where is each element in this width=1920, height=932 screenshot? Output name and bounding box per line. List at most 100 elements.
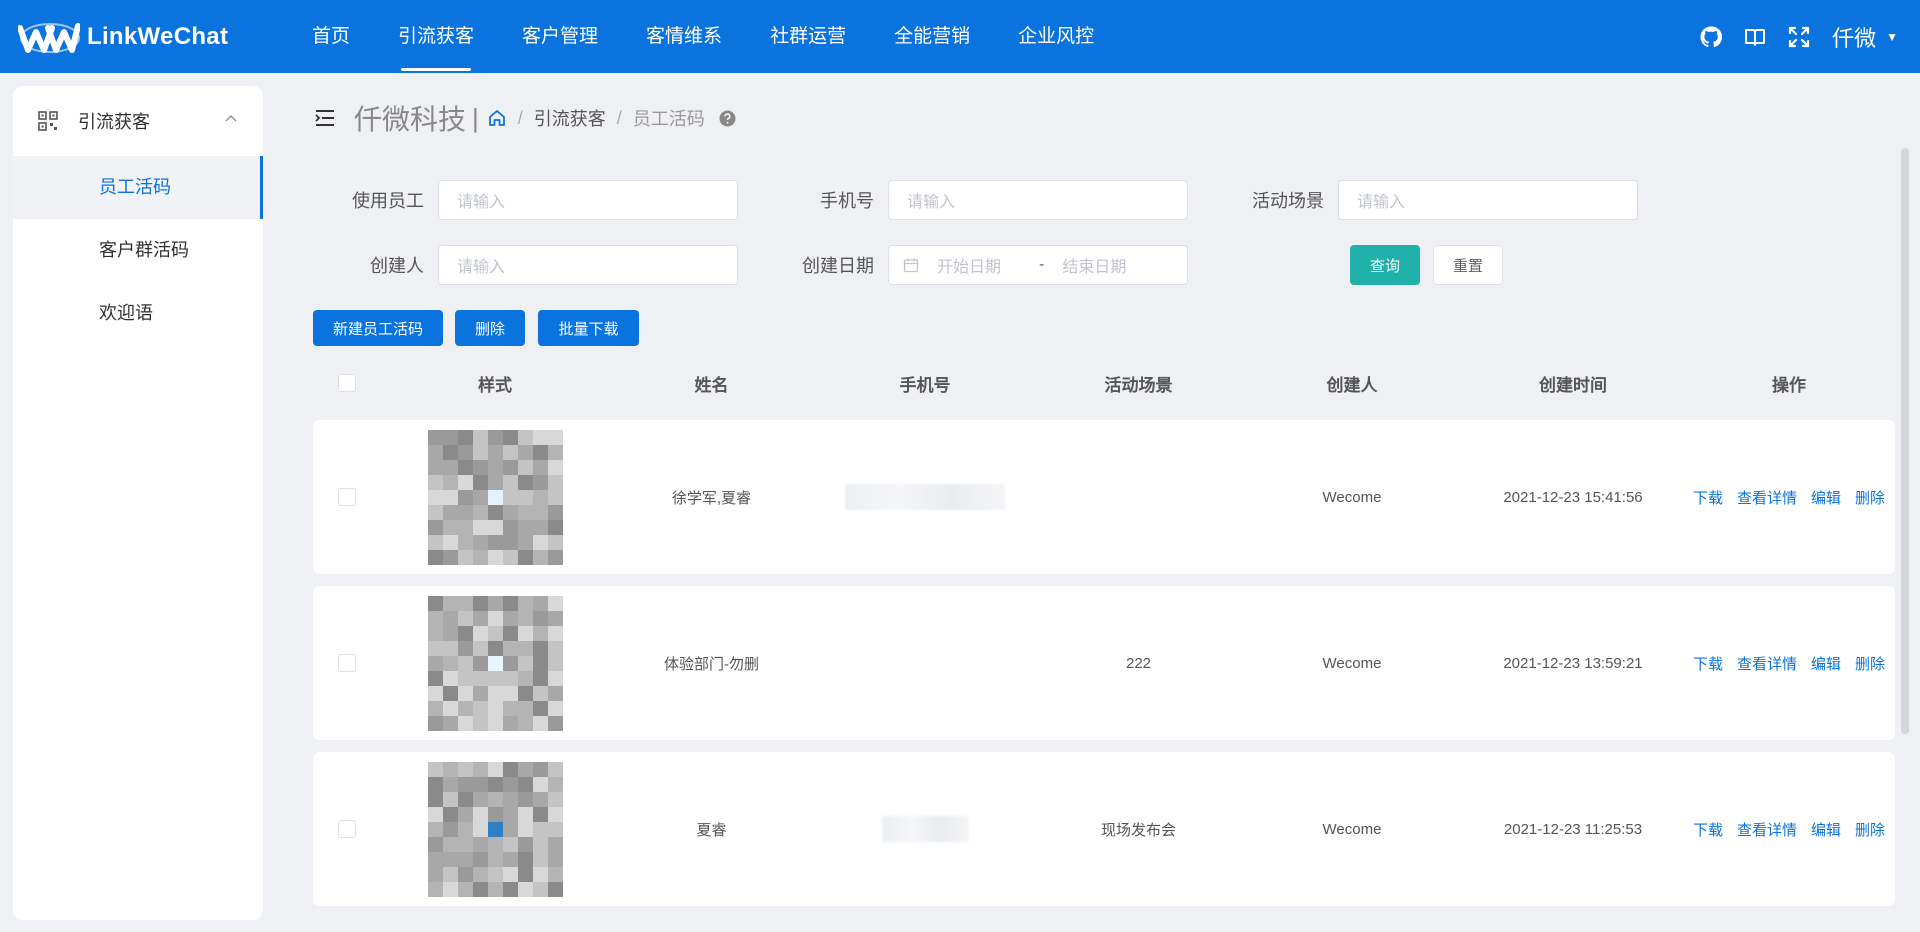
filter-label: 手机号 (820, 191, 874, 211)
menu-fold-icon[interactable] (314, 107, 336, 129)
filter-label: 创建日期 (802, 256, 874, 276)
cell-name: 体验部门-勿删 (664, 655, 759, 673)
filter-label: 活动场景 (1252, 191, 1324, 211)
sidebar: 引流获客 员工活码 客户群活码 欢迎语 (13, 86, 263, 920)
start-date[interactable]: 开始日期 (937, 253, 1027, 277)
edit-link[interactable]: 编辑 (1811, 819, 1841, 840)
cell-created-time: 2021-12-23 13:59:21 (1503, 654, 1643, 672)
view-detail-link[interactable]: 查看详情 (1737, 819, 1797, 840)
filter-date: 创建日期 开始日期 - 结束日期 (764, 245, 1188, 285)
nav-item[interactable]: 社群运营 (746, 0, 870, 73)
scene-input[interactable]: 请输入 (1338, 180, 1638, 220)
cell-scene: 现场发布会 (1100, 821, 1176, 839)
qrcode-image[interactable] (427, 429, 563, 565)
linkwechat-logo-icon (18, 22, 80, 53)
main-nav: 首页 引流获客 客户管理 客情维系 社群运营 全能营销 企业风控 (288, 0, 1118, 73)
reset-button[interactable]: 重置 (1433, 245, 1503, 285)
column-header: 手机号 (899, 375, 951, 395)
end-date[interactable]: 结束日期 (1062, 253, 1152, 277)
row-checkbox[interactable] (338, 654, 356, 672)
delete-link[interactable]: 删除 (1855, 819, 1885, 840)
user-menu[interactable]: 仟微 (1832, 21, 1876, 53)
nav-item[interactable]: 企业风控 (994, 0, 1118, 73)
nav-item[interactable]: 全能营销 (870, 0, 994, 73)
view-detail-link[interactable]: 查看详情 (1737, 653, 1797, 674)
cell-creator: Wecome (1322, 488, 1382, 506)
blurred-phone (845, 484, 1005, 510)
edit-link[interactable]: 编辑 (1811, 653, 1841, 674)
blurred-phone (881, 816, 969, 842)
divider: | (472, 102, 479, 133)
column-header: 创建人 (1326, 375, 1378, 395)
batch-download-button[interactable]: 批量下载 (538, 310, 639, 346)
top-navbar: LinkWeChat 首页 引流获客 客户管理 客情维系 社群运营 全能营销 企业风控 仟微… (0, 0, 1920, 73)
table-row: 体验部门-勿删 222 Wecome 2021-12-23 13:59:21 下载 查看详… (313, 586, 1895, 740)
nav-item[interactable]: 引流获客 (374, 0, 498, 73)
row-actions: 下载 查看详情 编辑 删除 (1683, 819, 1895, 840)
filter-phone: 手机号 请输入 (764, 180, 1188, 220)
nav-item[interactable]: 客情维系 (622, 0, 746, 73)
creator-input[interactable]: 请输入 (438, 245, 738, 285)
scrollbar[interactable] (1901, 148, 1909, 734)
caret-down-icon[interactable]: ▼ (1886, 30, 1898, 44)
github-icon[interactable] (1698, 24, 1724, 50)
breadcrumb-item-traffic[interactable]: 引流获客 (534, 105, 606, 131)
date-range-picker[interactable]: 开始日期 - 结束日期 (888, 245, 1188, 285)
phone-input[interactable]: 请输入 (888, 180, 1188, 220)
cell-name: 徐学军,夏睿 (671, 489, 752, 507)
cell-phone (814, 484, 1036, 510)
search-button[interactable]: 查询 (1350, 245, 1420, 285)
filter-scene: 活动场景 请输入 (1214, 180, 1638, 220)
breadcrumb-separator: / (616, 107, 622, 128)
nav-item[interactable]: 首页 (288, 0, 374, 73)
row-actions: 下载 查看详情 编辑 删除 (1683, 653, 1895, 674)
chevron-up-icon[interactable] (225, 114, 237, 122)
filter-label: 使用员工 (352, 191, 424, 211)
breadcrumb-separator: / (517, 107, 523, 128)
new-employee-code-button[interactable]: 新建员工活码 (313, 310, 443, 346)
sidebar-item-group-code[interactable]: 客户群活码 (13, 219, 263, 282)
cell-name: 夏睿 (696, 821, 727, 839)
download-link[interactable]: 下载 (1693, 487, 1723, 508)
filter-label: 创建人 (370, 256, 424, 276)
row-actions: 下载 查看详情 编辑 删除 (1683, 487, 1895, 508)
sidebar-item-welcome[interactable]: 欢迎语 (13, 282, 263, 345)
download-link[interactable]: 下载 (1693, 819, 1723, 840)
table-row: 夏睿 现场发布会 Wecome 2021-12-23 11:25:53 下载 查看详情 编辑… (313, 752, 1895, 906)
cell-phone (814, 816, 1036, 842)
edit-link[interactable]: 编辑 (1811, 487, 1841, 508)
view-detail-link[interactable]: 查看详情 (1737, 487, 1797, 508)
breadcrumb-item-current: 员工活码 (632, 109, 705, 129)
sidebar-item-employee-code[interactable]: 员工活码 (13, 156, 263, 219)
table-row: 徐学军,夏睿 Wecome 2021-12-23 15:41:56 下载 查看详情 编辑删… (313, 420, 1895, 574)
delete-link[interactable]: 删除 (1855, 653, 1885, 674)
delete-button[interactable]: 删除 (455, 310, 525, 346)
column-header: 操作 (1772, 375, 1806, 395)
qrcode-icon (38, 111, 58, 131)
book-icon[interactable] (1742, 24, 1768, 50)
column-header: 样式 (478, 375, 512, 395)
cell-scene: 222 (1125, 654, 1152, 672)
row-checkbox[interactable] (338, 820, 356, 838)
logo[interactable]: LinkWeChat (18, 20, 288, 54)
column-header: 活动场景 (1104, 375, 1173, 395)
qrcode-image[interactable] (427, 761, 563, 897)
delete-link[interactable]: 删除 (1855, 487, 1885, 508)
qrcode-image[interactable] (427, 595, 563, 731)
cell-created-time: 2021-12-23 15:41:56 (1503, 488, 1643, 506)
breadcrumb: 仟微科技 | / 引流获客 / 员工活码 (314, 100, 736, 136)
row-checkbox[interactable] (338, 488, 356, 506)
company-name: 仟微科技 (354, 104, 467, 135)
cell-created-time: 2021-12-23 11:25:53 (1503, 820, 1643, 838)
select-all-checkbox[interactable] (338, 374, 356, 392)
calendar-icon (903, 258, 919, 273)
sidebar-group-traffic[interactable]: 引流获客 (13, 86, 263, 156)
cell-creator: Wecome (1322, 654, 1382, 672)
home-icon[interactable] (487, 108, 507, 128)
download-link[interactable]: 下载 (1693, 653, 1723, 674)
fullscreen-icon[interactable] (1786, 24, 1812, 50)
employee-input[interactable]: 请输入 (438, 180, 738, 220)
help-icon[interactable] (719, 110, 736, 127)
brand-name: LinkWeChat (87, 22, 229, 50)
nav-item[interactable]: 客户管理 (498, 0, 622, 73)
